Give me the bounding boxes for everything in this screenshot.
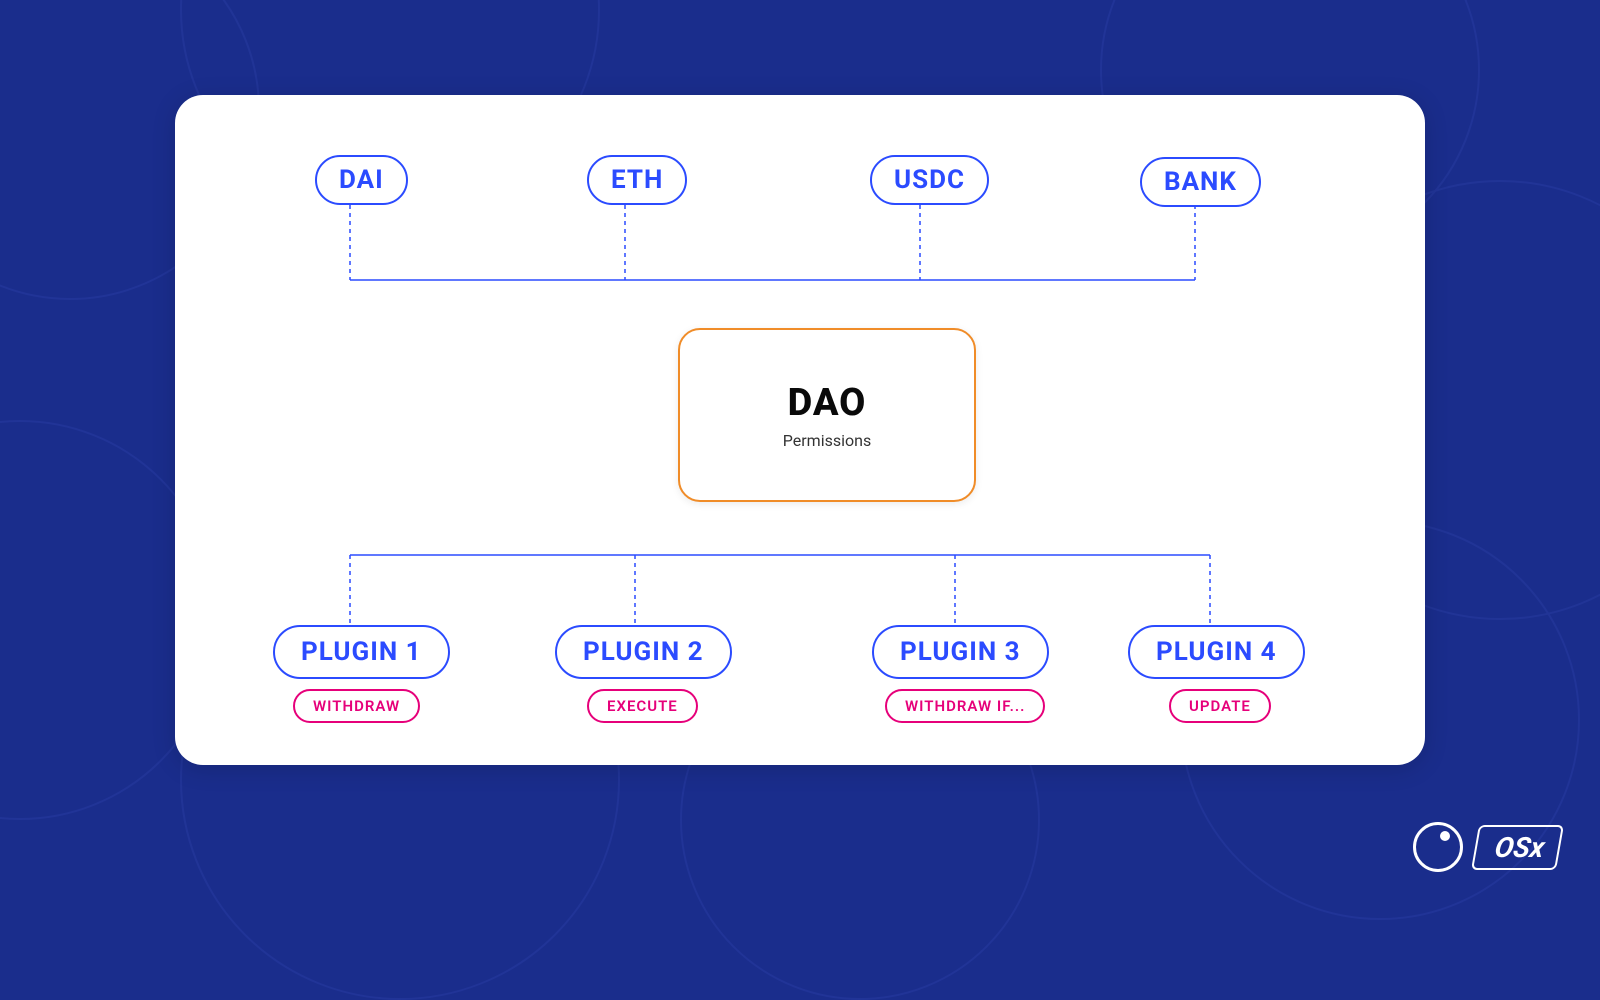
plugin-label: PLUGIN 1 xyxy=(301,637,422,667)
dao-title: DAO xyxy=(788,381,867,425)
action-label: WITHDRAW xyxy=(313,697,400,715)
action-pill-withdraw: WITHDRAW xyxy=(293,689,420,723)
asset-label: ETH xyxy=(611,165,663,195)
brand-logo: OSx xyxy=(1413,822,1560,872)
action-label: EXECUTE xyxy=(607,697,678,715)
action-label: UPDATE xyxy=(1189,697,1251,715)
plugin-pill-1: PLUGIN 1 xyxy=(273,625,450,679)
plugin-pill-2: PLUGIN 2 xyxy=(555,625,732,679)
plugin-label: PLUGIN 4 xyxy=(1156,637,1277,667)
asset-label: USDC xyxy=(894,165,965,195)
plugin-pill-3: PLUGIN 3 xyxy=(872,625,1049,679)
asset-label: DAI xyxy=(339,165,384,195)
action-label: WITHDRAW IF... xyxy=(905,697,1025,715)
action-pill-withdrawif: WITHDRAW IF... xyxy=(885,689,1045,723)
asset-pill-eth: ETH xyxy=(587,155,687,205)
plugin-pill-4: PLUGIN 4 xyxy=(1128,625,1305,679)
logo-icon xyxy=(1413,822,1463,872)
action-pill-execute: EXECUTE xyxy=(587,689,698,723)
diagram-card: DAI ETH USDC BANK DAO Permissions PLUGIN… xyxy=(175,95,1425,765)
asset-pill-dai: DAI xyxy=(315,155,408,205)
dao-box: DAO Permissions xyxy=(678,328,976,502)
asset-label: BANK xyxy=(1164,167,1237,197)
plugin-label: PLUGIN 3 xyxy=(900,637,1021,667)
asset-pill-usdc: USDC xyxy=(870,155,989,205)
action-pill-update: UPDATE xyxy=(1169,689,1271,723)
logo-text: OSx xyxy=(1471,825,1564,870)
asset-pill-bank: BANK xyxy=(1140,157,1261,207)
plugin-label: PLUGIN 2 xyxy=(583,637,704,667)
dao-subtitle: Permissions xyxy=(783,431,871,450)
